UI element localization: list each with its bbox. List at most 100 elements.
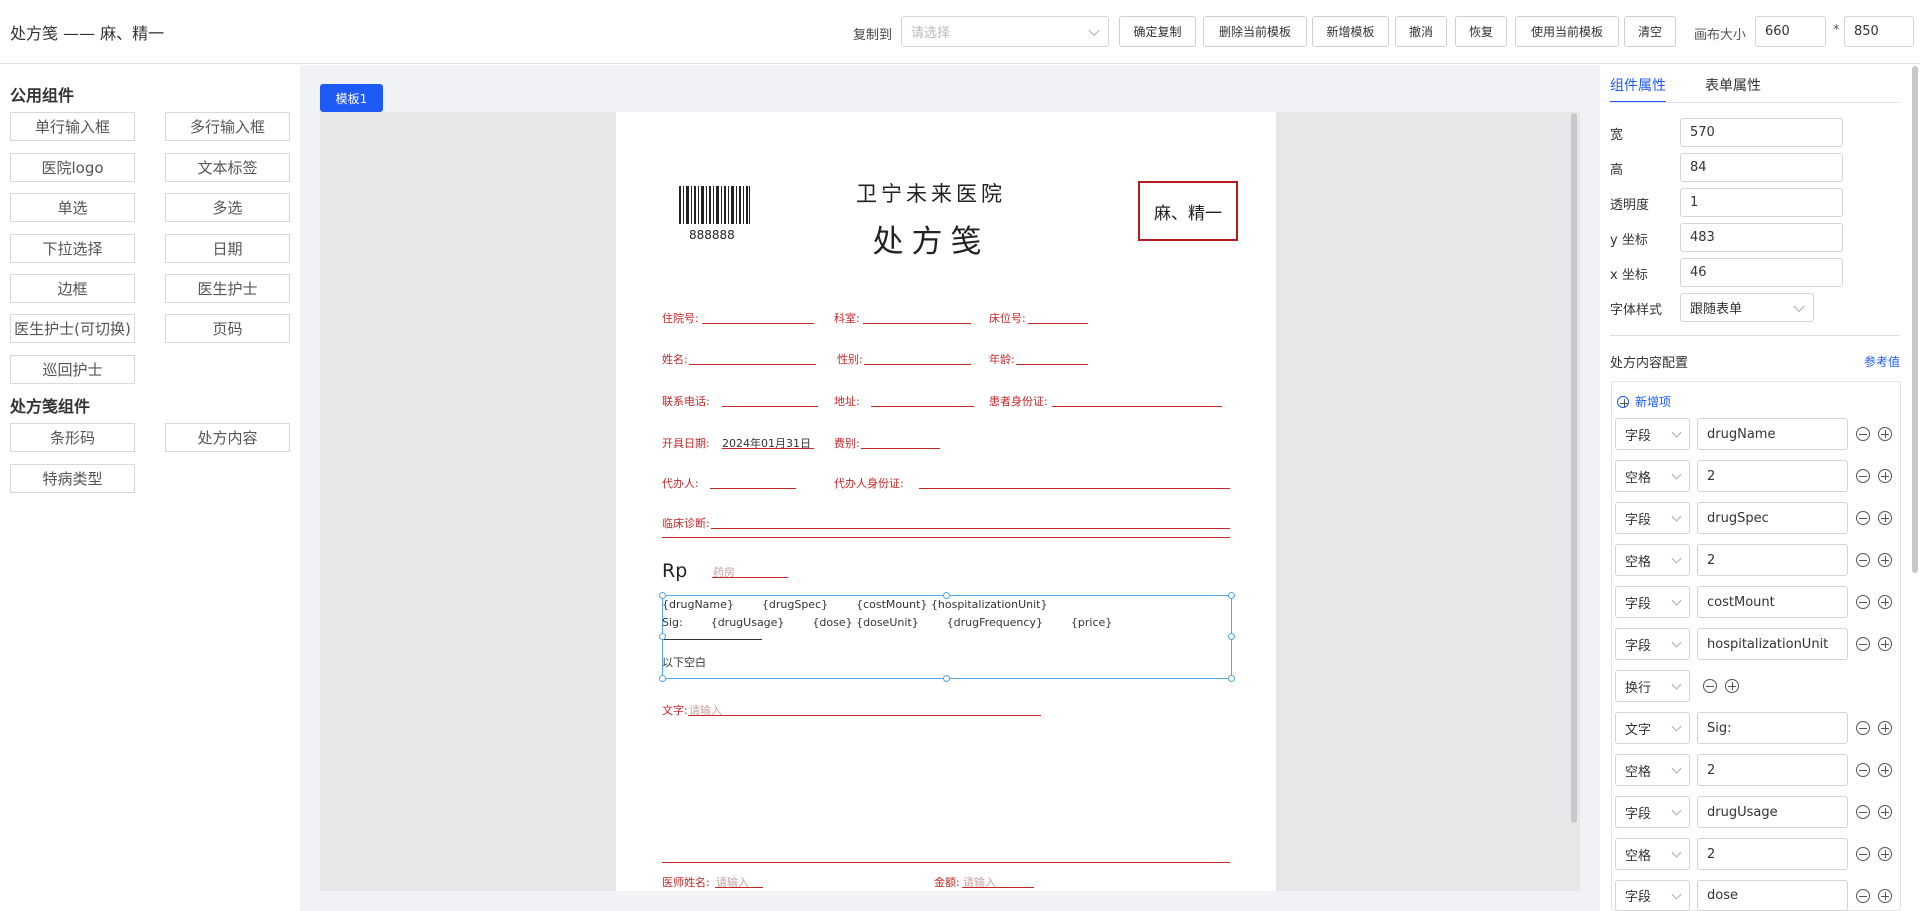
row-value-input[interactable]: Sig: bbox=[1697, 712, 1848, 744]
inpatient-no-line[interactable] bbox=[702, 323, 814, 324]
delete-template-button[interactable]: 删除当前模板 bbox=[1203, 16, 1307, 47]
canvas-scrollbar[interactable] bbox=[1571, 113, 1577, 823]
plus-circle-icon[interactable] bbox=[1878, 553, 1892, 567]
resize-handle[interactable] bbox=[659, 633, 666, 640]
agent-id-line[interactable] bbox=[919, 488, 1230, 489]
plus-circle-icon[interactable] bbox=[1878, 427, 1892, 441]
resize-handle[interactable] bbox=[1228, 633, 1235, 640]
phone-line[interactable] bbox=[722, 406, 818, 407]
bed-no-line[interactable] bbox=[1028, 323, 1088, 324]
component-item[interactable]: 日期 bbox=[165, 234, 290, 263]
component-item[interactable]: 页码 bbox=[165, 314, 290, 343]
row-type-select[interactable]: 空格 bbox=[1615, 544, 1690, 576]
panel-scrollbar[interactable] bbox=[1912, 66, 1918, 573]
barcode-icon[interactable] bbox=[679, 186, 751, 224]
gender-line[interactable] bbox=[864, 364, 971, 365]
clear-button[interactable]: 清空 bbox=[1624, 16, 1676, 47]
minus-circle-icon[interactable] bbox=[1856, 889, 1870, 903]
plus-circle-icon[interactable] bbox=[1878, 469, 1892, 483]
component-item[interactable]: 边框 bbox=[10, 274, 135, 303]
component-item[interactable]: 特病类型 bbox=[10, 464, 135, 493]
row-type-select[interactable]: 空格 bbox=[1615, 838, 1690, 870]
component-item[interactable]: 文本标签 bbox=[165, 153, 290, 182]
plus-circle-icon[interactable] bbox=[1878, 595, 1892, 609]
prop-x-input[interactable]: 46 bbox=[1680, 258, 1843, 287]
minus-circle-icon[interactable] bbox=[1856, 469, 1870, 483]
add-template-button[interactable]: 新增模板 bbox=[1312, 16, 1389, 47]
tab-form-props[interactable]: 表单属性 bbox=[1705, 75, 1761, 95]
resize-handle[interactable] bbox=[943, 592, 950, 599]
prop-height-input[interactable]: 84 bbox=[1680, 153, 1843, 182]
department-line[interactable] bbox=[863, 323, 971, 324]
undo-button[interactable]: 撤消 bbox=[1395, 16, 1447, 47]
prop-opacity-input[interactable]: 1 bbox=[1680, 188, 1843, 217]
row-value-input[interactable]: drugSpec bbox=[1697, 502, 1848, 534]
row-value-input[interactable]: drugName bbox=[1697, 418, 1848, 450]
minus-circle-icon[interactable] bbox=[1703, 679, 1717, 693]
row-value-input[interactable]: hospitalizationUnit bbox=[1697, 628, 1848, 660]
prop-width-input[interactable]: 570 bbox=[1680, 118, 1843, 147]
redo-button[interactable]: 恢复 bbox=[1455, 16, 1507, 47]
row-type-select[interactable]: 字段 bbox=[1615, 586, 1690, 618]
minus-circle-icon[interactable] bbox=[1856, 595, 1870, 609]
fee-type-line[interactable] bbox=[861, 448, 940, 449]
plus-circle-icon[interactable] bbox=[1878, 511, 1892, 525]
component-item[interactable]: 单选 bbox=[10, 193, 135, 222]
component-item[interactable]: 医院logo bbox=[10, 153, 135, 182]
row-type-select[interactable]: 空格 bbox=[1615, 754, 1690, 786]
canvas-height-input[interactable]: 850 bbox=[1844, 16, 1914, 47]
row-value-input[interactable]: drugUsage bbox=[1697, 796, 1848, 828]
plus-circle-icon[interactable] bbox=[1878, 847, 1892, 861]
plus-circle-icon[interactable] bbox=[1878, 637, 1892, 651]
component-item[interactable]: 医生护士(可切换) bbox=[10, 314, 135, 343]
age-line[interactable] bbox=[1016, 364, 1088, 365]
agent-line[interactable] bbox=[710, 488, 796, 489]
component-item[interactable]: 条形码 bbox=[10, 423, 135, 452]
font-style-select[interactable]: 跟随表单 bbox=[1680, 293, 1814, 322]
minus-circle-icon[interactable] bbox=[1856, 721, 1870, 735]
row-type-select[interactable]: 空格 bbox=[1615, 460, 1690, 492]
resize-handle[interactable] bbox=[659, 675, 666, 682]
plus-circle-icon[interactable] bbox=[1878, 763, 1892, 777]
resize-handle[interactable] bbox=[1228, 675, 1235, 682]
prop-y-input[interactable]: 483 bbox=[1680, 223, 1843, 252]
component-item[interactable]: 下拉选择 bbox=[10, 234, 135, 263]
minus-circle-icon[interactable] bbox=[1856, 553, 1870, 567]
copy-to-select[interactable]: 请选择 bbox=[901, 16, 1109, 47]
row-type-select[interactable]: 字段 bbox=[1615, 628, 1690, 660]
component-item[interactable]: 多行输入框 bbox=[165, 112, 290, 141]
row-type-select[interactable]: 字段 bbox=[1615, 796, 1690, 828]
plus-circle-icon[interactable] bbox=[1878, 721, 1892, 735]
category-stamp[interactable]: 麻、精一 bbox=[1138, 181, 1238, 241]
confirm-copy-button[interactable]: 确定复制 bbox=[1119, 16, 1196, 47]
add-item-button[interactable]: 新增项 bbox=[1617, 393, 1671, 410]
row-type-select[interactable]: 字段 bbox=[1615, 880, 1690, 911]
row-value-input[interactable]: 2 bbox=[1697, 460, 1848, 492]
canvas-width-input[interactable]: 660 bbox=[1755, 16, 1826, 47]
resize-handle[interactable] bbox=[1228, 592, 1235, 599]
resize-handle[interactable] bbox=[943, 675, 950, 682]
component-item[interactable]: 多选 bbox=[165, 193, 290, 222]
name-line[interactable] bbox=[689, 364, 816, 365]
row-value-input[interactable]: 2 bbox=[1697, 754, 1848, 786]
minus-circle-icon[interactable] bbox=[1856, 847, 1870, 861]
row-type-select[interactable]: 换行 bbox=[1615, 670, 1690, 702]
plus-circle-icon[interactable] bbox=[1878, 805, 1892, 819]
address-line[interactable] bbox=[871, 406, 974, 407]
use-template-button[interactable]: 使用当前模板 bbox=[1515, 16, 1619, 47]
component-item[interactable]: 单行输入框 bbox=[10, 112, 135, 141]
row-type-select[interactable]: 字段 bbox=[1615, 502, 1690, 534]
component-item[interactable]: 处方内容 bbox=[165, 423, 290, 452]
minus-circle-icon[interactable] bbox=[1856, 805, 1870, 819]
row-value-input[interactable]: costMount bbox=[1697, 586, 1848, 618]
tab-template-1[interactable]: 模板1 bbox=[320, 84, 383, 112]
row-value-input[interactable]: 2 bbox=[1697, 544, 1848, 576]
component-item[interactable]: 医生护士 bbox=[165, 274, 290, 303]
diagnosis-line[interactable] bbox=[711, 528, 1230, 529]
plus-circle-icon[interactable] bbox=[1725, 679, 1739, 693]
row-type-select[interactable]: 字段 bbox=[1615, 418, 1690, 450]
minus-circle-icon[interactable] bbox=[1856, 637, 1870, 651]
tab-component-props[interactable]: 组件属性 bbox=[1610, 75, 1666, 95]
plus-circle-icon[interactable] bbox=[1878, 889, 1892, 903]
row-value-input[interactable]: 2 bbox=[1697, 838, 1848, 870]
